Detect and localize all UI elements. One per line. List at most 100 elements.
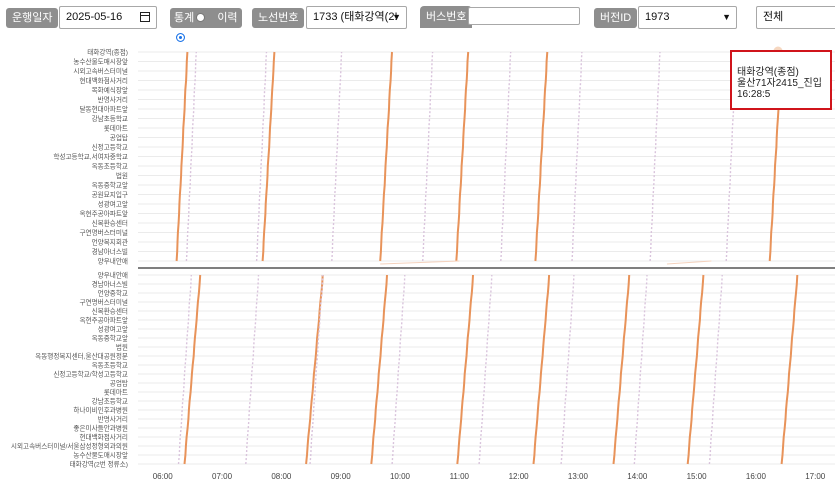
trip-line: [532, 274, 551, 465]
lower-stop-label: 반명사거리: [98, 415, 128, 424]
version-value: 1973: [645, 11, 670, 23]
lower-stop-label: 옥동행정복지센터,울산대공원정문: [35, 352, 128, 361]
upper-stop-label: 옥동초등학교: [92, 162, 128, 171]
upper-stop-label: 목화예식장앞: [92, 86, 128, 95]
trip-series: [175, 51, 799, 465]
upper-stop-label: 강남초등학교: [92, 114, 128, 123]
trip-line-secondary: [560, 274, 575, 465]
x-tick-label: 16:00: [746, 472, 767, 481]
x-tick-label: 15:00: [687, 472, 708, 481]
lower-stop-label: 시외고속버스터미널/서울삼성정형외과의원: [11, 442, 128, 451]
tooltip-stop: 태화강역(종점): [737, 67, 799, 78]
history-label: 이력: [217, 12, 238, 24]
upper-stop-label: 시외고속버스터미널: [73, 67, 128, 76]
date-label: 운행일자: [6, 8, 59, 28]
lower-stop-label: 태화강역(2번 정류소): [70, 460, 128, 469]
date-input[interactable]: 2025-05-16: [59, 6, 157, 29]
trip-line-secondary: [708, 274, 723, 465]
lower-stop-label: 신정고등학교/학성고등학교: [53, 370, 128, 379]
x-tick-label: 08:00: [271, 472, 292, 481]
upper-stop-label: 롯데마트: [104, 124, 128, 133]
x-tick-label: 17:00: [805, 472, 826, 481]
upper-stop-label: 경남아너스빌: [92, 247, 128, 256]
trip-line: [456, 274, 474, 465]
stop-labels: 태화강역(종점)농수산물도매시장앞시외고속버스터미널현대백화점사거리목화예식장앞…: [11, 48, 128, 469]
x-tick-label: 11:00: [450, 472, 470, 481]
lower-stop-label: 법원: [116, 343, 128, 352]
route-label: 노선번호: [252, 8, 305, 28]
trip-line: [780, 274, 799, 465]
x-tick-label: 09:00: [331, 472, 352, 481]
trip-line-secondary: [478, 274, 493, 465]
toolbar: 운행일자 2025-05-16 통계 이력 노선번호 1733 (태화강역(2!…: [0, 0, 835, 42]
x-tick-label: 12:00: [509, 472, 530, 481]
stat-radio[interactable]: [196, 13, 206, 22]
trip-line-secondary: [391, 274, 406, 465]
lower-stop-label: 신복환승센터: [92, 307, 128, 316]
upper-stop-label: 농수산물도매시장앞: [73, 57, 128, 66]
lower-stop-label: 농수산물도매시장앞: [73, 451, 128, 460]
lower-stop-label: 현대백화점사거리: [79, 433, 128, 442]
trip-line-secondary: [633, 274, 648, 465]
x-tick-label: 06:00: [153, 472, 174, 481]
trip-line: [183, 274, 202, 465]
trip-line: [612, 274, 631, 465]
version-label: 버전ID: [594, 8, 638, 28]
lower-stop-label: 하나이비인후과병원: [73, 406, 128, 415]
trip-line-secondary: [177, 274, 192, 465]
upper-stop-label: 성광여고앞: [98, 200, 128, 209]
lower-stop-label: 옥동초등학교: [92, 361, 128, 370]
upper-stop-label: 반명사거리: [98, 95, 128, 104]
upper-stop-label: 언양복지회관: [92, 238, 128, 247]
upper-stop-label: 학성고등학교,서여자중학교: [53, 152, 128, 161]
chevron-down-icon: ▼: [722, 12, 731, 22]
upper-stop-label: 법원: [116, 171, 128, 180]
upper-stop-label: 공원묘지입구: [92, 190, 128, 199]
stat-label: 통계: [174, 12, 195, 24]
tooltip-bus: 울산71자2415_진입: [737, 78, 822, 89]
mode-radio-group: 통계 이력: [170, 8, 242, 42]
bus-number-input[interactable]: [468, 7, 580, 25]
x-tick-label: 10:00: [390, 472, 411, 481]
filter-value: 전체: [763, 11, 784, 23]
lower-stop-label: 롯데마트: [104, 388, 128, 397]
chevron-down-icon: ▼: [392, 12, 401, 22]
lower-stop-label: 구연명버스터미널: [79, 298, 128, 307]
x-tick-label: 07:00: [212, 472, 233, 481]
x-tick-label: 14:00: [627, 472, 648, 481]
lower-stop-label: 공업탑: [110, 380, 128, 388]
upper-stop-label: 달동현대아파트앞: [79, 105, 128, 114]
lower-stop-label: 양우내안애: [98, 271, 128, 280]
lower-stop-label: 성광여고앞: [98, 325, 128, 334]
x-axis-ticks: 06:00 07:00 08:00 09:00 10:00 11:00 12:00 13:00…: [153, 472, 826, 481]
date-value: 2025-05-16: [66, 11, 123, 23]
tooltip-time: 16:28:5: [737, 89, 771, 100]
lower-stop-label: 경남아너스빌: [92, 280, 128, 289]
upper-stop-label: 공업탑: [110, 134, 128, 142]
x-tick-label: 13:00: [568, 472, 589, 481]
calendar-icon[interactable]: [140, 12, 150, 22]
bus-label: 버스번호: [420, 6, 473, 28]
connector-line: [380, 260, 460, 265]
grid-lines: [138, 51, 835, 465]
upper-stop-label: 양우내안애: [98, 257, 128, 266]
trip-line-secondary: [245, 274, 260, 465]
lower-stop-label: 언양중학교: [98, 289, 128, 298]
trip-line: [370, 274, 388, 465]
route-select[interactable]: 1733 (태화강역(2! ▼: [306, 6, 407, 29]
trip-line-secondary: [309, 274, 324, 465]
upper-stop-label: 옥현주공아파트앞: [79, 209, 128, 218]
lower-stop-label: 강남초등학교: [92, 397, 128, 406]
tooltip: 태화강역(종점) 울산71자2415_진입 16:28:5: [730, 50, 832, 110]
upper-stop-label: 신정고등학교: [92, 143, 128, 152]
trip-line: [686, 274, 705, 465]
connector-line: [666, 260, 712, 265]
route-value: 1733 (태화강역(2!: [313, 11, 398, 23]
version-select[interactable]: 1973 ▼: [638, 6, 737, 29]
lower-stop-label: 좋은미사들안과병원: [73, 424, 128, 433]
lower-stop-label: 옥현주공아파트앞: [79, 316, 128, 325]
lower-stop-label: 옥동중학교앞: [92, 334, 128, 343]
upper-stop-label: 신복환승센터: [92, 219, 128, 228]
filter-select[interactable]: 전체: [756, 6, 835, 29]
upper-stop-label: 현대백화점사거리: [79, 76, 128, 85]
